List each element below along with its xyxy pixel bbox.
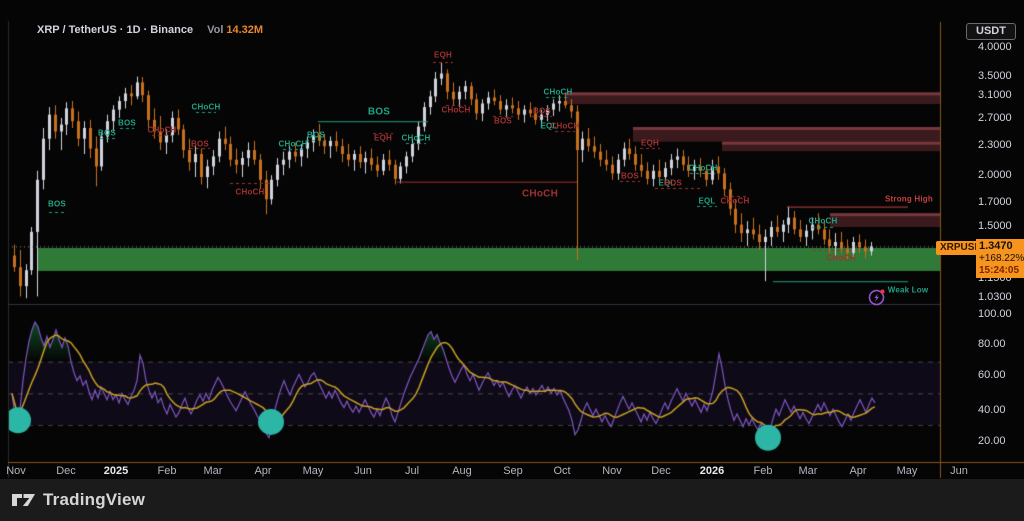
price-tick: 3.5000 xyxy=(978,70,1012,82)
structure-label: BOS xyxy=(98,129,116,138)
tradingview-screenshot: CryptoBlockto created with TradingView.c… xyxy=(0,0,1024,521)
time-tick: Dec xyxy=(56,465,76,477)
price-tick: 80.00 xyxy=(978,338,1006,350)
volume-label: Vol xyxy=(207,24,223,36)
time-tick: Dec xyxy=(651,465,671,477)
structure-label: CHoCH xyxy=(827,254,856,263)
structure-label: EQL xyxy=(698,197,715,206)
structure-label: BOS xyxy=(664,179,682,188)
time-tick: 2026 xyxy=(700,465,724,477)
structure-label: BOS xyxy=(368,107,390,118)
bar-countdown: 15:24:05 xyxy=(979,265,1024,276)
structure-label: Weak Low xyxy=(888,286,929,295)
price-tick: 3.1000 xyxy=(978,89,1012,101)
structure-label: CHoCH xyxy=(544,88,573,97)
structure-label: CHoCH xyxy=(192,103,221,112)
time-tick: Sep xyxy=(503,465,523,477)
time-tick: Mar xyxy=(799,465,818,477)
footer-bar: TradingView xyxy=(0,479,1024,521)
time-tick: Oct xyxy=(553,465,570,477)
time-tick: Apr xyxy=(254,465,271,477)
symbol-title[interactable]: XRP / TetherUS · 1D · Binance xyxy=(37,24,193,36)
time-tick: Mar xyxy=(204,465,223,477)
price-tick: 2.0000 xyxy=(978,169,1012,181)
price-tick: 1.5000 xyxy=(978,220,1012,232)
structure-label: CHoCH xyxy=(551,122,580,131)
tradingview-logo-icon[interactable] xyxy=(12,492,36,508)
price-tick: 4.0000 xyxy=(978,41,1012,53)
structure-label: BOS xyxy=(533,107,551,116)
lightning-idea-icon[interactable] xyxy=(868,288,886,306)
structure-label: BOS xyxy=(307,131,325,140)
structure-label: BOS xyxy=(118,119,136,128)
volume-value: 14.32M xyxy=(226,24,263,36)
last-price-value: 1.3470 xyxy=(979,241,1024,252)
structure-label: CHoCH xyxy=(236,188,265,197)
price-tick: 2.7000 xyxy=(978,112,1012,124)
structure-label: CHoCH xyxy=(148,126,177,135)
structure-label: CHoCH xyxy=(442,106,471,115)
time-tick: Jun xyxy=(354,465,372,477)
time-tick: Feb xyxy=(158,465,177,477)
price-tick: 40.00 xyxy=(978,404,1006,416)
price-tick: 20.00 xyxy=(978,435,1006,447)
structure-label: Strong High xyxy=(885,195,933,204)
structure-label: EQH xyxy=(641,139,659,148)
time-tick: Aug xyxy=(452,465,472,477)
structure-label: EQH xyxy=(374,134,392,143)
structure-label: CHoCH xyxy=(721,197,750,206)
time-tick: Apr xyxy=(849,465,866,477)
structure-label: BOS xyxy=(621,172,639,181)
time-tick: 2025 xyxy=(104,465,128,477)
structure-label: CHoCH xyxy=(402,134,431,143)
tradingview-logo-text[interactable]: TradingView xyxy=(43,490,145,510)
structure-label: BOS xyxy=(191,140,209,149)
structure-label: BOS xyxy=(48,200,66,209)
time-tick: Nov xyxy=(6,465,26,477)
time-tick: May xyxy=(897,465,918,477)
structure-label: CHoCH xyxy=(522,189,558,200)
structure-label: CHoCH xyxy=(689,164,718,173)
price-tick: 2.3000 xyxy=(978,139,1012,151)
time-tick: May xyxy=(303,465,324,477)
last-price-label: 1.3470 +168.22% 15:24:05 xyxy=(976,239,1024,278)
price-tick: 60.00 xyxy=(978,369,1006,381)
time-tick: Nov xyxy=(602,465,622,477)
price-change-percent: +168.22% xyxy=(979,253,1024,264)
price-tick: 100.00 xyxy=(978,308,1012,320)
structure-label: CHoCH xyxy=(279,140,308,149)
time-tick: Feb xyxy=(754,465,773,477)
structure-label: EQH xyxy=(434,51,452,60)
structure-label: BOS xyxy=(494,117,512,126)
symbol-bar: XRP / TetherUS · 1D · Binance Vol14.32M xyxy=(37,24,263,36)
price-tick: 1.0300 xyxy=(978,291,1012,303)
price-chart-canvas[interactable] xyxy=(0,0,1024,521)
price-tick: 1.7000 xyxy=(978,196,1012,208)
time-tick: Jul xyxy=(405,465,419,477)
currency-toggle-button[interactable]: USDT xyxy=(966,23,1016,40)
structure-label: CHoCH xyxy=(809,217,838,226)
time-tick: Jun xyxy=(950,465,968,477)
